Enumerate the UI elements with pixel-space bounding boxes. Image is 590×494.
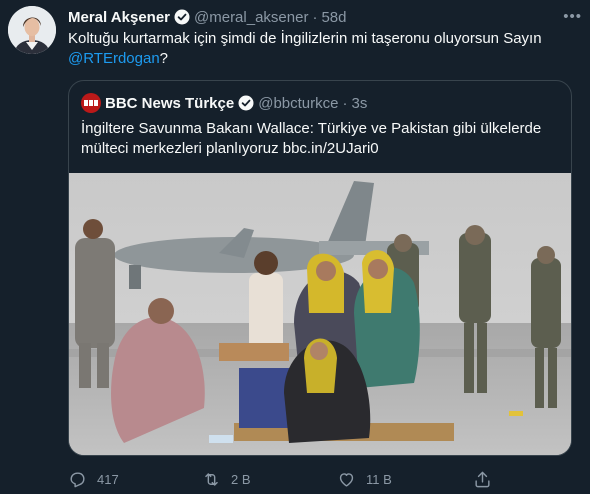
share-button[interactable] (473, 470, 492, 489)
tweet-actions: 417 2 B 11 B (68, 470, 548, 490)
retweet-icon (205, 473, 218, 486)
like-icon (339, 473, 354, 487)
bbc-logo-icon (81, 93, 101, 113)
author-handle[interactable]: @meral_aksener (194, 9, 308, 26)
share-icon (475, 471, 490, 488)
tweet-card[interactable]: Meral Akşener @meral_aksener · 58d ••• K… (0, 0, 590, 494)
quoted-tweet[interactable]: BBC News Türkçe @bbcturkce · 3s İngilter… (68, 80, 572, 456)
quote-time[interactable]: 3s (351, 95, 367, 112)
reply-button[interactable]: 417 (68, 470, 119, 489)
quote-author-name[interactable]: BBC News Türkçe (105, 95, 234, 112)
verified-badge-icon (238, 95, 254, 111)
tweet-text-end: ? (159, 50, 169, 67)
separator-dot: · (342, 94, 348, 112)
like-button[interactable]: 11 B (337, 470, 392, 489)
quote-author-handle[interactable]: @bbcturkce (258, 95, 338, 112)
mention-link[interactable]: @RTErdogan (68, 50, 160, 67)
tweet-text: Koltuğu kurtarmak için şimdi de İngilizl… (68, 29, 573, 69)
quote-image[interactable] (69, 173, 572, 456)
author-name[interactable]: Meral Akşener (68, 9, 170, 26)
like-count: 11 B (366, 472, 392, 487)
more-icon[interactable]: ••• (563, 8, 582, 25)
reply-icon (70, 472, 85, 488)
verified-badge-icon (174, 9, 190, 25)
tweet-time[interactable]: 58d (321, 9, 346, 26)
tweet-text-main: Koltuğu kurtarmak için şimdi de İngilizl… (68, 30, 542, 47)
retweet-count: 2 B (231, 472, 251, 487)
quote-text: İngiltere Savunma Bakanı Wallace: Türkiy… (81, 120, 542, 157)
retweet-button[interactable]: 2 B (202, 470, 251, 489)
separator-dot: · (312, 8, 318, 26)
reply-count: 417 (97, 472, 119, 487)
author-avatar[interactable] (8, 6, 56, 54)
